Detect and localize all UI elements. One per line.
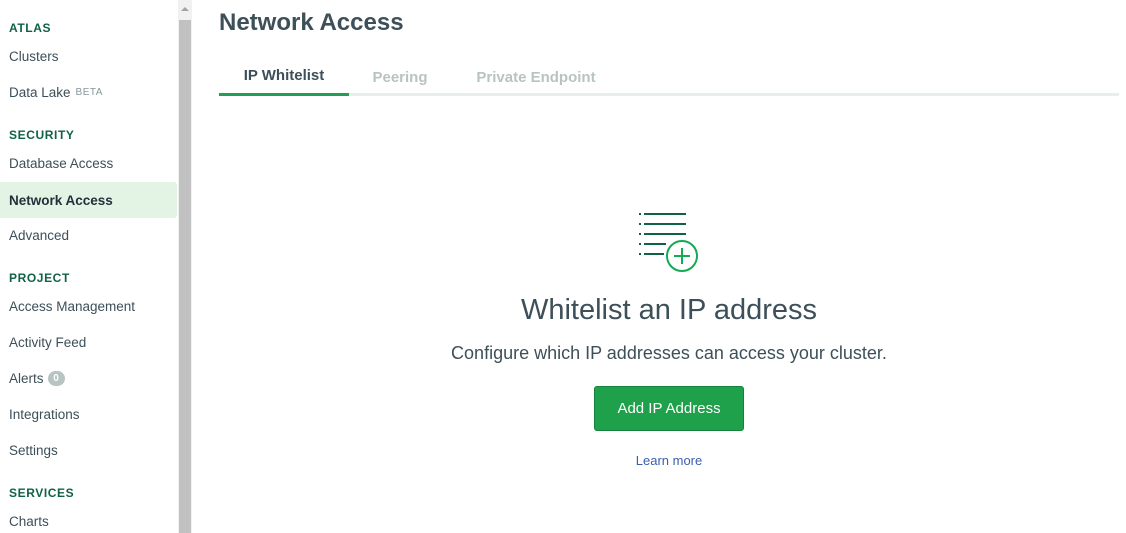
tab-bar: IP Whitelist Peering Private Endpoint: [219, 58, 1119, 96]
section-header-project: PROJECT: [9, 271, 70, 285]
empty-state-title: Whitelist an IP address: [520, 294, 818, 326]
sidebar-item-label: Database Access: [9, 155, 114, 171]
sidebar-item-label: Data Lake: [9, 84, 71, 100]
sidebar-item-integrations[interactable]: Integrations: [0, 396, 177, 432]
page-title: Network Access: [219, 9, 404, 36]
sidebar-item-network-access[interactable]: Network Access: [0, 182, 177, 218]
list-add-icon: [639, 213, 698, 272]
sidebar-item-label: Clusters: [9, 48, 59, 64]
empty-state-description: Configure which IP addresses can access …: [451, 343, 887, 363]
main-content: Network Access IP Whitelist Peering Priv…: [219, 0, 1119, 533]
sidebar-item-label: Advanced: [9, 227, 70, 243]
sidebar-item-data-lake[interactable]: Data Lake BETA: [0, 74, 177, 110]
alerts-count-badge: 0: [47, 370, 65, 386]
sidebar-item-label: Network Access: [9, 192, 113, 208]
sidebar-item-label: Activity Feed: [9, 334, 87, 350]
add-ip-address-button[interactable]: Add IP Address: [594, 386, 744, 431]
tab-private-endpoint[interactable]: Private Endpoint: [463, 58, 609, 96]
section-header-atlas: ATLAS: [9, 21, 52, 35]
sidebar-item-label: Alerts: [9, 370, 44, 386]
learn-more-link[interactable]: Learn more: [219, 453, 1119, 468]
sidebar-item-label: Charts: [9, 513, 49, 529]
sidebar-item-clusters[interactable]: Clusters: [0, 38, 177, 74]
sidebar-item-activity-feed[interactable]: Activity Feed: [0, 324, 177, 360]
tab-ip-whitelist[interactable]: IP Whitelist: [219, 58, 349, 96]
section-header-security: SECURITY: [9, 128, 75, 142]
section-header-services: SERVICES: [9, 486, 75, 500]
sidebar-scrollbar[interactable]: [178, 0, 192, 533]
sidebar-item-charts[interactable]: Charts: [0, 503, 177, 533]
scroll-up-arrow-icon[interactable]: [178, 0, 192, 18]
scroll-thumb[interactable]: [179, 20, 191, 533]
tab-peering[interactable]: Peering: [359, 58, 441, 96]
sidebar-item-settings[interactable]: Settings: [0, 432, 177, 468]
sidebar-item-alerts[interactable]: Alerts 0: [0, 360, 177, 396]
sidebar-item-label: Settings: [9, 442, 58, 458]
sidebar: ATLAS Clusters Data Lake BETA SECURITY D…: [0, 0, 178, 533]
sidebar-item-label: Integrations: [9, 406, 80, 422]
beta-tag: BETA: [75, 86, 103, 98]
sidebar-item-access-management[interactable]: Access Management: [0, 288, 177, 324]
sidebar-item-database-access[interactable]: Database Access: [0, 145, 177, 181]
sidebar-item-label: Access Management: [9, 298, 136, 314]
sidebar-item-advanced[interactable]: Advanced: [0, 217, 177, 253]
